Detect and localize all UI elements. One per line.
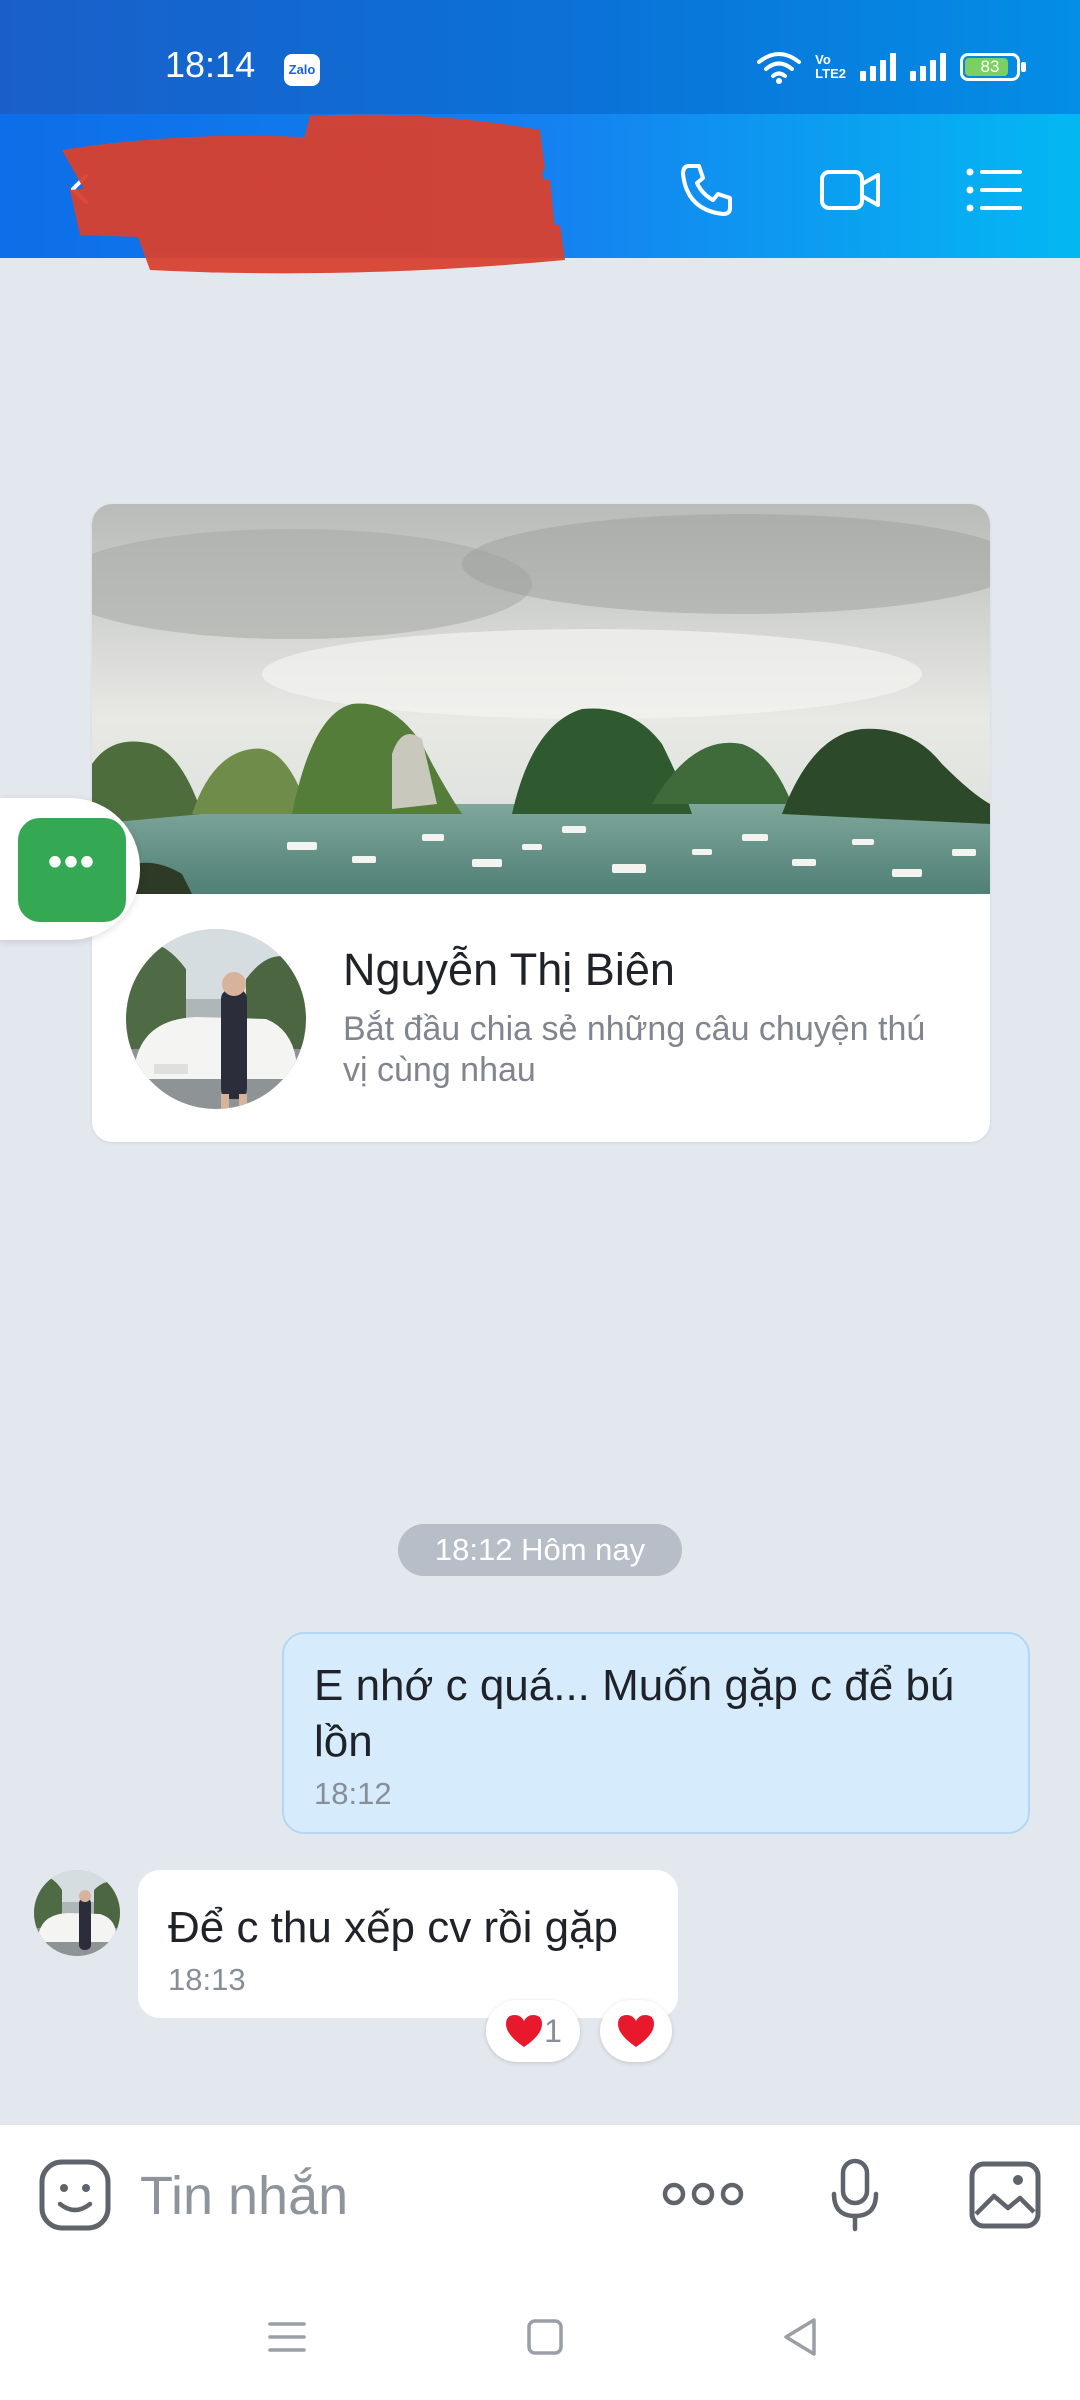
heart-icon <box>506 2015 543 2047</box>
microphone-icon[interactable] <box>830 2158 880 2232</box>
back-triangle-icon[interactable] <box>776 2312 826 2362</box>
message-input[interactable] <box>138 2160 612 2232</box>
video-camera-icon[interactable] <box>818 158 882 222</box>
status-indicators: Vo LTE2 83 <box>757 50 1026 84</box>
battery-level: 83 <box>980 57 1000 76</box>
card-subtitle: Bắt đầu chia sẻ những câu chuyện thú vị … <box>343 1010 926 1089</box>
status-time: 18:14 <box>165 44 256 85</box>
contact-name: Nguyễn Thị Biên <box>343 944 675 995</box>
quick-actions-button[interactable]: ••• <box>0 798 140 940</box>
redacted-contact-name <box>62 114 565 274</box>
wifi-icon <box>757 52 802 84</box>
message-bubble-outgoing[interactable]: E nhớ c quá... Muốn gặp c để bú lồn 18:1… <box>282 1632 1030 1834</box>
signal-2-icon <box>910 53 946 81</box>
more-options-icon[interactable] <box>660 2166 746 2222</box>
more-dots-icon: ••• <box>18 818 126 922</box>
profile-avatar[interactable] <box>126 929 306 1109</box>
profile-card[interactable]: Nguyễn Thị Biên Bắt đầu chia sẻ những câ… <box>92 504 990 1142</box>
reaction-count: 1 <box>544 2012 562 2049</box>
message-bubble-incoming[interactable]: Để c thu xếp cv rồi gặp 18:13 <box>138 1870 678 2018</box>
message-time: 18:12 <box>314 1776 392 1811</box>
cover-photo <box>92 504 990 894</box>
signal-1-icon <box>860 53 896 81</box>
battery-icon: 83 <box>960 53 1026 81</box>
message-text: Để c thu xếp cv rồi gặp <box>168 1903 619 1952</box>
message-text: E nhớ c quá... Muốn gặp c để bú lồn <box>314 1661 955 1766</box>
reaction-summary[interactable]: 1 <box>486 2000 580 2062</box>
add-reaction-button[interactable] <box>600 2000 672 2062</box>
sender-avatar[interactable] <box>34 1870 120 1956</box>
phone-icon[interactable] <box>675 158 739 222</box>
date-divider: 18:12 Hôm nay <box>398 1524 682 1576</box>
zalo-notification-icon: Zalo <box>284 54 320 86</box>
recent-apps-icon[interactable] <box>262 2312 312 2362</box>
heart-icon <box>618 2015 654 2047</box>
volte-label: Vo LTE2 <box>815 52 846 81</box>
message-time: 18:13 <box>168 1962 246 1997</box>
list-menu-icon[interactable] <box>962 158 1026 222</box>
sticker-emoji-icon[interactable] <box>38 2158 112 2232</box>
home-square-icon[interactable] <box>520 2312 570 2362</box>
image-gallery-icon[interactable] <box>968 2160 1042 2230</box>
